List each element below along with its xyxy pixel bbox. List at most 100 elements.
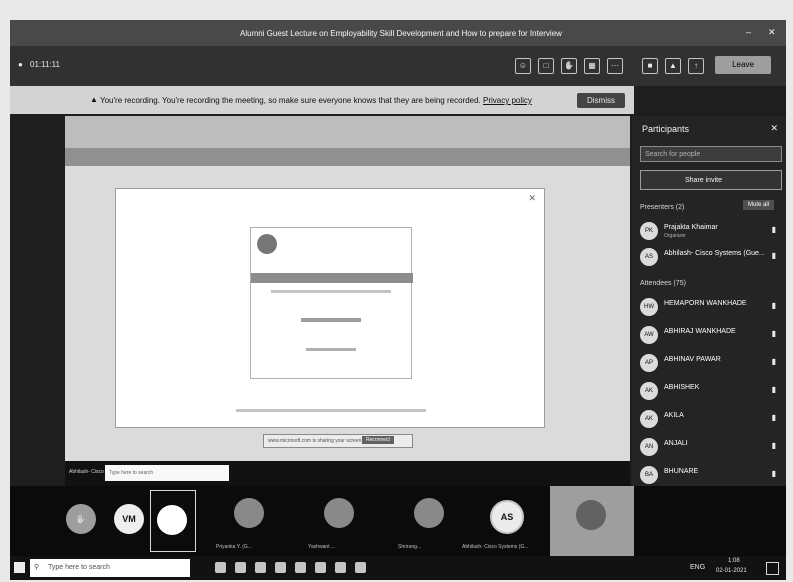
title-bar: Alumni Guest Lecture on Employability Sk… <box>10 20 786 46</box>
video-tile[interactable]: VM <box>106 490 152 550</box>
privacy-link[interactable]: Privacy policy <box>483 96 532 105</box>
attendees-header: Attendees (75) <box>640 280 686 287</box>
mic-off-icon: ▮ <box>771 329 776 338</box>
recording-banner: ▲ You're recording. You're recording the… <box>10 86 634 114</box>
video-tile[interactable]: Shrirang... <box>390 490 470 550</box>
avatar <box>576 500 606 530</box>
video-strip: ✋ VM Priyanka Y. (G... Yashwant ... Shri… <box>10 486 786 556</box>
folder-icon[interactable] <box>275 562 286 573</box>
store-icon[interactable] <box>295 562 306 573</box>
participant-row[interactable]: AP ABHINAV PAWAR ▮ <box>640 352 780 374</box>
search-icon: ⚲ <box>34 564 40 571</box>
rooms-icon[interactable]: ▦ <box>584 58 600 74</box>
video-tile[interactable]: AS Abhilash- Cisco Systems (G... <box>460 490 550 550</box>
avatar: AW <box>640 326 658 344</box>
avatar <box>257 234 277 254</box>
self-video[interactable] <box>550 486 634 556</box>
share-invite-button[interactable]: Share invite <box>640 170 782 190</box>
raise-hand-icon[interactable]: ✋ <box>561 58 577 74</box>
participant-row[interactable]: AS Abhilash- Cisco Systems (Gue... ▮ <box>640 246 780 268</box>
taskbar-search-input[interactable]: ⚲ Type here to search <box>30 559 190 577</box>
clock-time: 1:08 <box>728 558 740 564</box>
dismiss-button[interactable]: Dismiss <box>577 93 625 108</box>
browser-toolbar <box>65 148 630 166</box>
clock-date: 02-01-2021 <box>716 568 747 574</box>
mic-off-icon: ▮ <box>771 385 776 394</box>
avatar <box>414 498 444 528</box>
avatar: PK <box>640 222 658 240</box>
meeting-toolbar: ● 01:11:11 ☺ □ ✋ ▦ ⋯ ■ ▲ ↑ Leave <box>10 46 786 86</box>
shared-screen: ✕ www.microsoft.com is sharing your scre… <box>65 116 630 486</box>
more-options-icon[interactable]: ⋯ <box>607 58 623 74</box>
avatar: BA <box>640 466 658 484</box>
share-invite-label: Share invite <box>685 177 722 184</box>
participant-row[interactable]: AK ABHISHEK ▮ <box>640 380 780 402</box>
shared-taskbar: Abhilash- Cisco Systems Type here to sea… <box>65 461 630 486</box>
chrome-icon[interactable] <box>255 562 266 573</box>
video-tile[interactable]: Yashwant ... <box>300 490 380 550</box>
recording-message: You're recording. You're recording the m… <box>100 96 481 105</box>
windows-start-icon[interactable] <box>14 562 25 573</box>
participant-row[interactable]: PK Prajakta Khaimar Organizer ▮ <box>640 220 780 242</box>
browser-tabs <box>65 116 630 148</box>
close-button[interactable]: ✕ <box>768 27 776 38</box>
avatar: AN <box>640 438 658 456</box>
mic-off-icon: ▮ <box>771 413 776 422</box>
avatar: AK <box>640 382 658 400</box>
raise-hand-icon: ✋ <box>66 504 96 534</box>
shared-search: Type here to search <box>105 465 229 481</box>
notifications-icon[interactable] <box>766 562 779 575</box>
app-icon[interactable] <box>355 562 366 573</box>
dialog-close-icon: ✕ <box>528 193 536 203</box>
presenters-header: Presenters (2) <box>640 204 685 211</box>
avatar: AP <box>640 354 658 372</box>
avatar: HW <box>640 298 658 316</box>
participant-search-input[interactable]: Search for people <box>640 146 782 162</box>
avatar: AS <box>640 248 658 266</box>
avatar <box>324 498 354 528</box>
panel-title: Participants <box>642 124 690 134</box>
reconnect-card <box>250 227 413 379</box>
panel-close-icon[interactable]: ✕ <box>770 123 778 134</box>
participant-row[interactable]: BA BHUNARE ▮ <box>640 464 780 486</box>
share-tray-icon[interactable]: ↑ <box>688 58 704 74</box>
video-tile[interactable] <box>150 490 196 552</box>
mic-icon: ▮ <box>771 251 776 260</box>
mic-off-icon: ▮ <box>771 469 776 478</box>
participant-row[interactable]: AK AKILA ▮ <box>640 408 780 430</box>
mail-icon[interactable] <box>335 562 346 573</box>
teams-icon[interactable] <box>315 562 326 573</box>
mic-icon[interactable]: ▲ <box>665 58 681 74</box>
edge-icon[interactable] <box>235 562 246 573</box>
participants-panel: Participants ✕ Search for people Share i… <box>632 116 786 496</box>
minimize-button[interactable]: – <box>746 27 751 37</box>
participant-row[interactable]: HW HEMAPORN WANKHADE ▮ <box>640 296 780 318</box>
mic-off-icon: ▮ <box>771 441 776 450</box>
participant-row[interactable]: AW ABHIRAJ WANKHADE ▮ <box>640 324 780 346</box>
mic-icon: ▮ <box>771 225 776 234</box>
avatar <box>234 498 264 528</box>
card-header-bar <box>251 273 413 283</box>
camera-icon[interactable]: ■ <box>642 58 658 74</box>
task-view-icon[interactable] <box>215 562 226 573</box>
reconnect-button[interactable]: Reconnect <box>362 436 394 444</box>
warning-icon: ▲ <box>90 95 98 104</box>
participants-icon[interactable]: ☺ <box>515 58 531 74</box>
mic-off-icon: ▮ <box>771 357 776 366</box>
leave-button[interactable]: Leave <box>715 56 771 74</box>
sharing-notice: www.microsoft.com is sharing your screen… <box>263 434 413 448</box>
record-icon: ● <box>18 60 23 69</box>
video-tile[interactable]: Priyanka Y. (G... <box>210 490 290 550</box>
language-indicator: ENG <box>690 564 706 571</box>
mute-all-button[interactable]: Mute all <box>742 200 774 210</box>
chat-icon[interactable]: □ <box>538 58 554 74</box>
teams-window: Alumni Guest Lecture on Employability Sk… <box>10 20 786 580</box>
video-tile[interactable]: ✋ <box>58 490 104 550</box>
meeting-timer: 01:11:11 <box>30 60 60 69</box>
meeting-title: Alumni Guest Lecture on Employability Sk… <box>240 29 562 38</box>
windows-taskbar: ⚲ Type here to search ENG 1:08 02-01-202… <box>10 556 786 580</box>
avatar: AK <box>640 410 658 428</box>
mic-off-icon: ▮ <box>771 301 776 310</box>
participant-row[interactable]: AN ANJALI ▮ <box>640 436 780 458</box>
shared-dialog: ✕ <box>115 188 545 428</box>
